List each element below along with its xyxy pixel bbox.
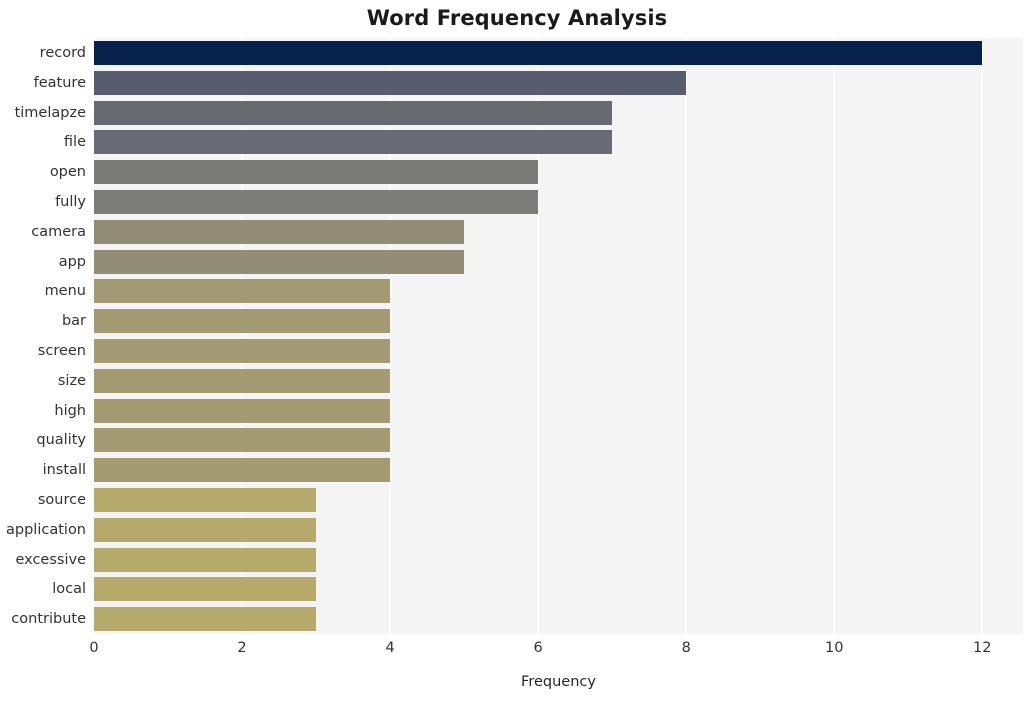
chart-figure: Word Frequency Analysis record feature tim…: [0, 0, 1034, 701]
y-axis-tick-label: local: [52, 581, 86, 598]
bar[interactable]: [94, 547, 317, 572]
y-axis-tick-label: menu: [44, 283, 86, 300]
y-axis-tick-label: fully: [55, 193, 86, 210]
bar[interactable]: [94, 219, 465, 244]
bar[interactable]: [94, 458, 391, 483]
bars-layer: [94, 38, 1023, 634]
plot-area: [93, 38, 1023, 634]
x-axis-tick-label: 4: [385, 640, 395, 656]
y-axis-tick-label: record: [39, 44, 86, 61]
x-axis-title: Frequency: [521, 674, 596, 690]
bar[interactable]: [94, 309, 391, 334]
y-axis-tick-label: file: [63, 134, 86, 151]
bar[interactable]: [94, 40, 983, 65]
bar[interactable]: [94, 368, 391, 393]
x-axis-tick-label: 8: [681, 640, 691, 656]
y-axis-tick-label: quality: [36, 432, 86, 449]
y-axis-tick-label: size: [57, 372, 86, 389]
x-axis-tick-label: 0: [89, 640, 99, 656]
bar[interactable]: [94, 428, 391, 453]
bar[interactable]: [94, 160, 539, 185]
x-axis-tick-label: 12: [973, 640, 992, 656]
bar[interactable]: [94, 279, 391, 304]
bar[interactable]: [94, 338, 391, 363]
bar[interactable]: [94, 249, 465, 274]
bar[interactable]: [94, 577, 317, 602]
bar[interactable]: [94, 189, 539, 214]
bar[interactable]: [94, 70, 687, 95]
bar[interactable]: [94, 517, 317, 542]
y-axis-tick-label: install: [42, 462, 86, 479]
y-axis-tick-label: screen: [37, 342, 86, 359]
y-axis-tick-label: contribute: [11, 611, 86, 628]
bar[interactable]: [94, 607, 317, 632]
bar[interactable]: [94, 100, 613, 125]
y-axis-tick-label: source: [37, 491, 86, 508]
x-axis-tick-labels: 0 2 4 6 8 10 12: [89, 640, 1023, 664]
y-axis-tick-label: camera: [31, 223, 86, 240]
y-axis-tick-label: open: [49, 164, 86, 181]
page-title: Word Frequency Analysis: [366, 6, 668, 30]
y-axis-tick-label: timelapze: [14, 104, 86, 121]
bar[interactable]: [94, 487, 317, 512]
bar[interactable]: [94, 398, 391, 423]
y-axis-tick-label: feature: [33, 74, 86, 91]
y-axis-tick-labels: record feature timelapze file open fully camer…: [0, 38, 86, 634]
x-axis-tick-label: 2: [237, 640, 247, 656]
x-axis-tick-label: 10: [825, 640, 844, 656]
y-axis-tick-label: bar: [61, 313, 86, 330]
y-axis-tick-label: excessive: [15, 551, 86, 568]
y-axis-tick-label: app: [58, 253, 86, 270]
bar[interactable]: [94, 130, 613, 155]
y-axis-tick-label: high: [54, 402, 86, 419]
x-axis-tick-label: 6: [533, 640, 543, 656]
y-axis-tick-label: application: [6, 521, 86, 538]
